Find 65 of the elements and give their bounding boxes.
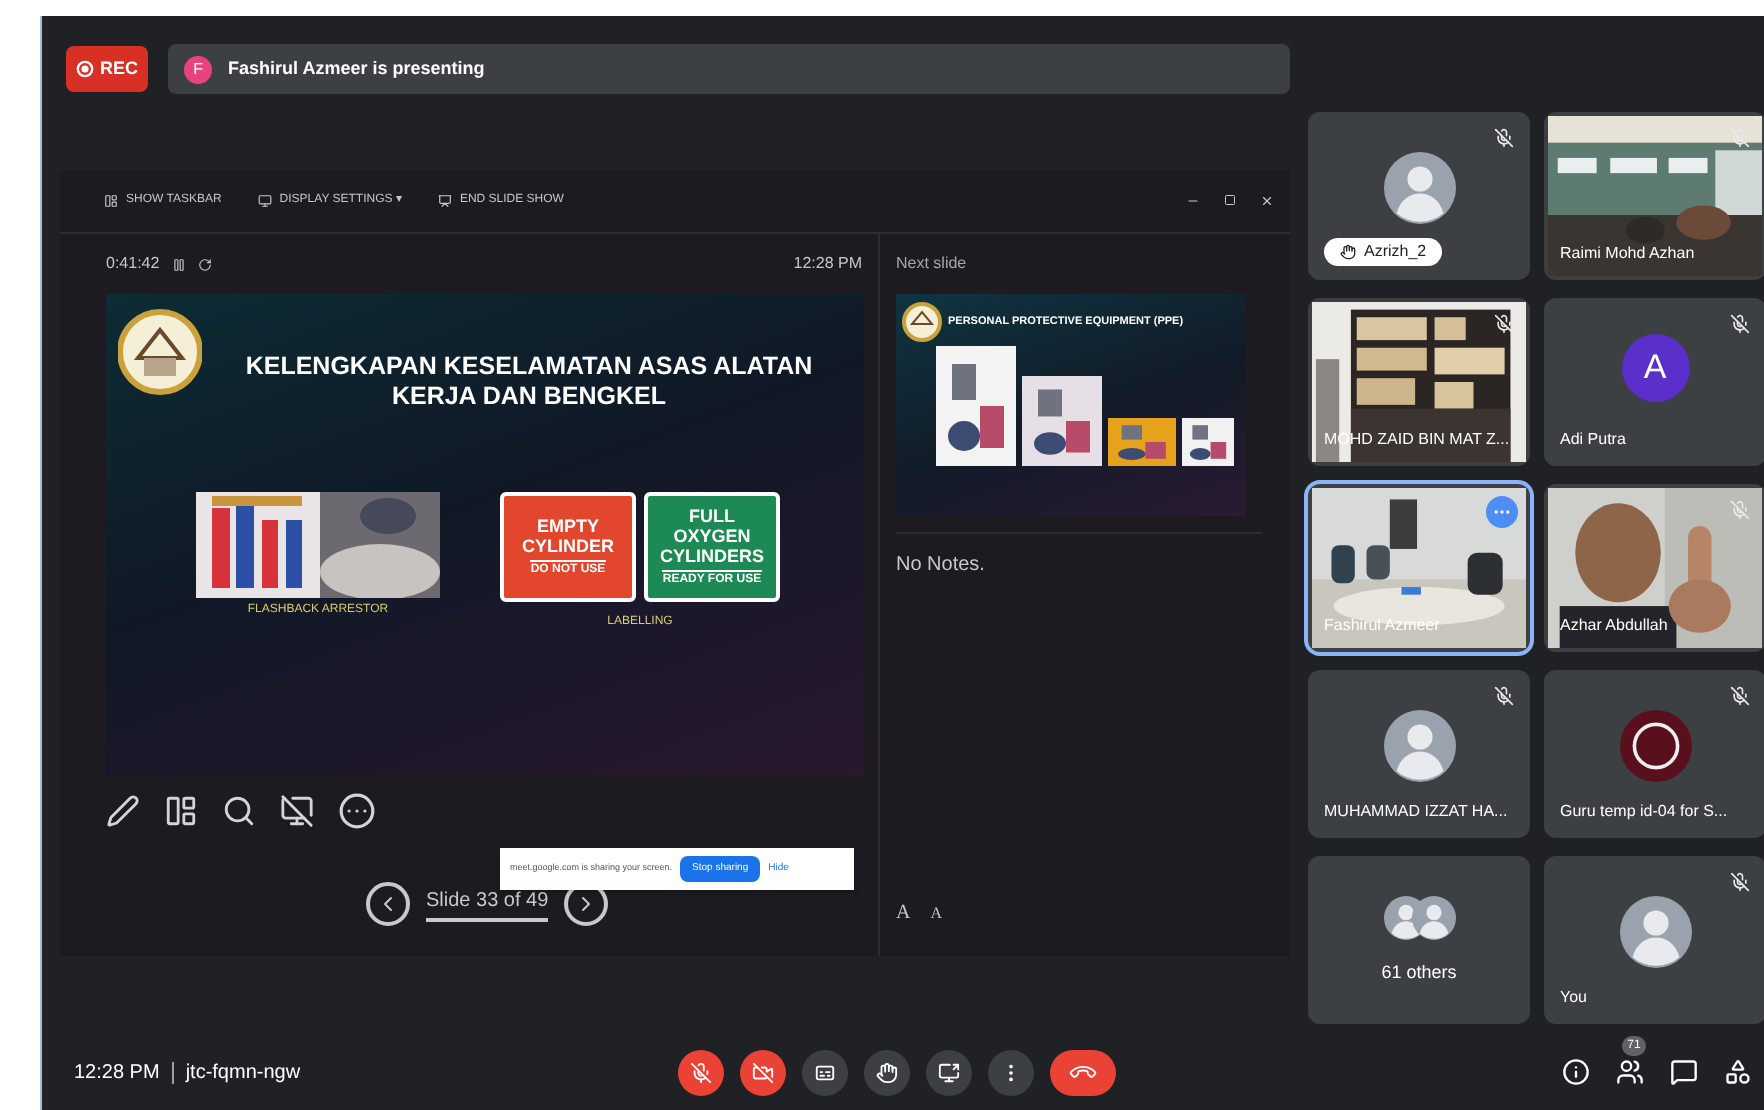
- presenter-text: Fashirul Azmeer is presenting: [228, 55, 485, 82]
- notes-text: No Notes.: [896, 552, 987, 580]
- camera-button[interactable]: [740, 1049, 787, 1095]
- microphone-off-icon: [690, 1061, 713, 1083]
- meeting-code: jtc-fqmn-ngw: [185, 1059, 301, 1087]
- participant-name: Fashirul Azmeer: [1324, 614, 1440, 638]
- avatar-icon: [1383, 152, 1455, 224]
- sign-text: EMPTY: [536, 516, 599, 536]
- close-icon[interactable]: [1260, 194, 1274, 208]
- avatar-icon: [1619, 710, 1691, 782]
- logo-icon: [118, 306, 202, 398]
- people-icon[interactable]: [1616, 1058, 1644, 1086]
- present-button[interactable]: [926, 1049, 973, 1095]
- chat-icon[interactable]: [1670, 1058, 1698, 1086]
- participant-name: Azhar Abdullah: [1560, 614, 1668, 638]
- next-slide-label: Next slide: [896, 252, 969, 276]
- logo-icon: [902, 302, 942, 342]
- sign-text: OXYGEN: [673, 526, 751, 546]
- maximize-icon[interactable]: [1224, 194, 1236, 206]
- minimize-icon[interactable]: [1186, 194, 1200, 208]
- avatar-icon: [1411, 896, 1455, 940]
- sign-text: CYLINDERS: [659, 546, 764, 566]
- pen-icon[interactable]: [106, 794, 140, 828]
- avatar-icon: [1383, 710, 1455, 782]
- captions-button[interactable]: [802, 1049, 849, 1095]
- raise-hand-button[interactable]: [864, 1049, 911, 1095]
- camera-off-icon: [752, 1061, 775, 1083]
- participant-name: Raimi Mohd Azhan: [1560, 242, 1695, 266]
- sign-text: FULL: [689, 506, 735, 526]
- record-icon: [76, 60, 94, 78]
- participant-name: Guru temp id-04 for S...: [1560, 800, 1728, 824]
- presentation-icon: [437, 194, 452, 208]
- hand-icon: [876, 1061, 899, 1083]
- captions-icon: [814, 1061, 837, 1083]
- search-icon[interactable]: [222, 794, 256, 828]
- restart-icon[interactable]: [197, 257, 212, 271]
- leave-call-button[interactable]: [1050, 1049, 1117, 1095]
- sign-text: CYLINDER: [521, 536, 614, 556]
- avatar-icon: [1619, 896, 1691, 968]
- clock: 12:28 PM: [793, 252, 862, 276]
- participant-name: Adi Putra: [1560, 428, 1626, 452]
- meeting-time: 12:28 PM: [74, 1059, 160, 1087]
- elapsed-timer: 0:41:42: [106, 252, 160, 276]
- slides-icon[interactable]: [164, 794, 198, 828]
- monitor-icon: [257, 194, 272, 208]
- name-pill: Azrizh_2: [1324, 238, 1443, 266]
- avatar-letter: A: [1621, 334, 1689, 402]
- participant-count: 61 others: [1379, 960, 1459, 986]
- participant-name: You: [1560, 986, 1587, 1010]
- microphone-button[interactable]: [678, 1049, 725, 1095]
- more-icon[interactable]: [338, 792, 376, 830]
- slide-title: KELENGKAPAN KESELAMATAN ASAS ALATAN KERJA DAN BENGKEL: [243, 350, 815, 412]
- monitor-slash-icon[interactable]: [280, 794, 314, 828]
- recording-label: REC: [100, 55, 139, 82]
- pause-icon[interactable]: [171, 257, 186, 271]
- taskbar-icon: [104, 194, 118, 208]
- decrease-font-button[interactable]: A: [930, 898, 943, 928]
- info-icon[interactable]: [1562, 1058, 1590, 1086]
- increase-font-button[interactable]: A: [896, 898, 911, 928]
- previous-slide-button[interactable]: [366, 882, 410, 926]
- hand-icon: [1340, 244, 1356, 260]
- activities-icon[interactable]: [1724, 1058, 1752, 1086]
- present-screen-icon: [938, 1061, 961, 1083]
- presenter-avatar: F: [184, 55, 213, 83]
- participant-name: MUHAMMAD IZZAT HA...: [1324, 800, 1508, 824]
